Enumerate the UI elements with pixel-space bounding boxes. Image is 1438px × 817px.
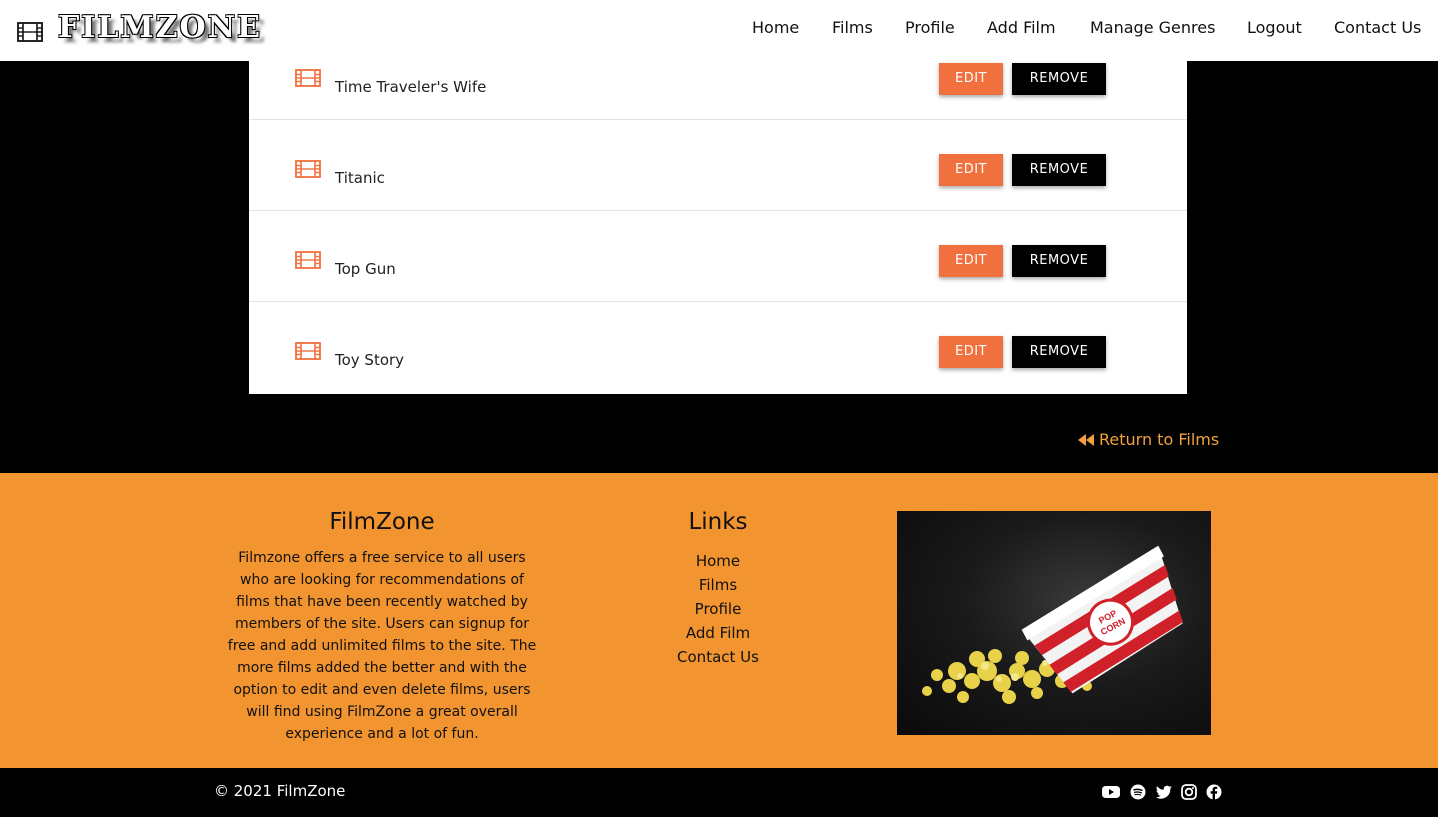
film-title: Top Gun — [335, 260, 396, 278]
nav-add-film[interactable]: Add Film — [987, 18, 1056, 37]
nav-films[interactable]: Films — [832, 18, 873, 37]
edit-button[interactable]: EDIT — [939, 245, 1003, 277]
backward-icon — [1078, 434, 1094, 446]
edit-button[interactable]: EDIT — [939, 63, 1003, 95]
nav-profile[interactable]: Profile — [905, 18, 955, 37]
film-title: Time Traveler's Wife — [335, 78, 487, 96]
film-row: Top Gun EDIT REMOVE — [249, 211, 1187, 302]
nav-contact-us[interactable]: Contact Us — [1334, 18, 1421, 37]
spotify-icon[interactable] — [1129, 784, 1147, 800]
remove-button[interactable]: REMOVE — [1012, 63, 1106, 95]
nav-home[interactable]: Home — [752, 18, 799, 37]
brand-logo[interactable]: FILMZONE — [58, 10, 262, 45]
film-icon[interactable] — [17, 22, 43, 42]
footer-link-films[interactable]: Films — [618, 573, 818, 597]
youtube-icon[interactable] — [1102, 784, 1120, 800]
film-icon — [295, 251, 321, 269]
twitter-icon[interactable] — [1155, 784, 1173, 800]
film-row: Titanic EDIT REMOVE — [249, 120, 1187, 211]
facebook-icon[interactable] — [1205, 784, 1223, 800]
remove-button[interactable]: REMOVE — [1012, 336, 1106, 368]
footer-about-text: Filmzone offers a free service to all us… — [227, 550, 537, 742]
instagram-icon[interactable] — [1180, 784, 1198, 800]
return-link-label: Return to Films — [1099, 430, 1220, 449]
remove-button[interactable]: REMOVE — [1012, 154, 1106, 186]
footer: FilmZone Filmzone offers a free service … — [0, 473, 1438, 768]
film-icon — [295, 69, 321, 87]
film-row: Toy Story EDIT REMOVE — [249, 302, 1187, 393]
footer-links: Home Films Profile Add Film Contact Us — [618, 549, 818, 669]
edit-button[interactable]: EDIT — [939, 154, 1003, 186]
remove-button[interactable]: REMOVE — [1012, 245, 1106, 277]
footer-link-home[interactable]: Home — [618, 549, 818, 573]
film-icon — [295, 342, 321, 360]
footer-link-profile[interactable]: Profile — [618, 597, 818, 621]
bottom-bar: © 2021 FilmZone — [0, 768, 1438, 817]
film-title: Titanic — [335, 169, 385, 187]
footer-links-title: Links — [688, 509, 748, 535]
navbar: FILMZONE Home Films Profile Add Film Man… — [0, 0, 1438, 61]
footer-about-title: FilmZone — [329, 509, 435, 535]
return-to-films-link[interactable]: Return to Films — [1077, 430, 1219, 449]
nav-manage-genres[interactable]: Manage Genres — [1090, 18, 1215, 37]
edit-button[interactable]: EDIT — [939, 336, 1003, 368]
film-icon — [295, 160, 321, 178]
copyright-text: © 2021 FilmZone — [214, 782, 346, 800]
popcorn-image: POP CORN — [897, 511, 1211, 735]
footer-link-contact-us[interactable]: Contact Us — [618, 645, 818, 669]
film-title: Toy Story — [335, 351, 405, 369]
nav-logout[interactable]: Logout — [1247, 18, 1302, 37]
footer-link-add-film[interactable]: Add Film — [618, 621, 818, 645]
